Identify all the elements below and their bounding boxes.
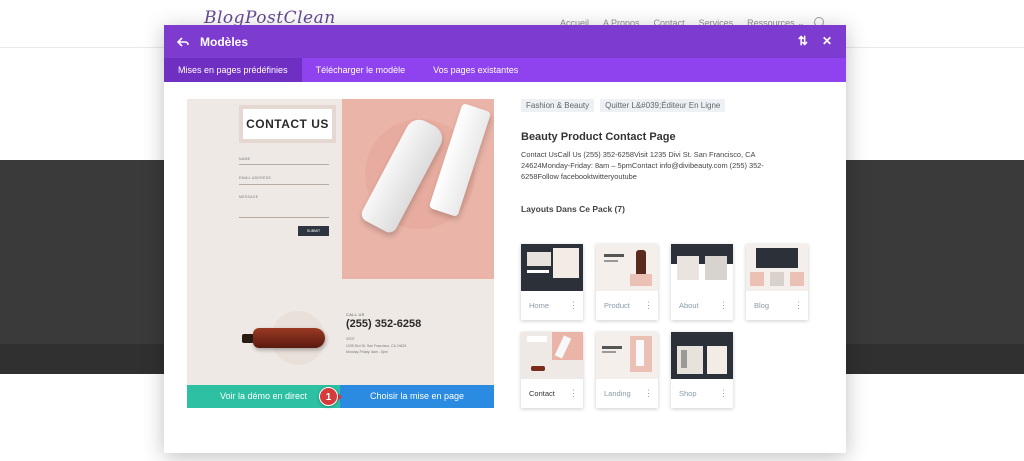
preview-title-box: CONTACT US (239, 105, 336, 143)
more-options-icon[interactable]: ⋮ (569, 301, 578, 310)
pack-title: Layouts Dans Ce Pack (7) (521, 204, 625, 214)
layout-description: Contact UsCall Us (255) 352-6258Visit 12… (521, 150, 764, 181)
thumb-label: Home (529, 301, 550, 310)
tag-exit-editor[interactable]: Quitter L&#039;Éditeur En Ligne (600, 99, 726, 112)
more-options-icon[interactable]: ⋮ (569, 389, 578, 398)
preview-heading: CONTACT US (246, 117, 329, 131)
modal-title: Modèles (200, 34, 249, 49)
layout-preview-image: CONTACT US NAME EMAIL ADDRESS MESSAGE SU… (187, 99, 494, 408)
preview-field-email-label: EMAIL ADDRESS (239, 176, 271, 180)
thumb-label: About (679, 301, 699, 310)
preview-field-line (239, 217, 329, 218)
preview-field-line (239, 164, 329, 165)
layout-name: Beauty Product Contact Page (521, 131, 676, 143)
more-options-icon[interactable]: ⋮ (644, 301, 653, 310)
preview-field-line (239, 184, 329, 185)
thumb-image-landing (596, 332, 658, 379)
thumb-image-shop (671, 332, 733, 379)
thumb-card-about[interactable]: About ⋮ (671, 244, 733, 320)
tab-upload-template[interactable]: Télécharger le modèle (302, 58, 420, 82)
preview-submit-button: SUBMIT (298, 226, 329, 236)
thumb-label: Shop (679, 389, 697, 398)
preview-address: 1235 Divi St. San Francisco, CA 24624 (346, 344, 407, 348)
thumb-label: Contact (529, 389, 555, 398)
preview-visit-label: VISIT (346, 337, 355, 341)
thumb-label: Product (604, 301, 630, 310)
thumb-label: Blog (754, 301, 770, 310)
back-arrow-icon[interactable] (176, 35, 190, 49)
more-options-icon[interactable]: ⋮ (719, 301, 728, 310)
thumb-image-contact (521, 332, 583, 379)
preview-amber-bottle (253, 328, 325, 348)
layout-tags: Fashion & Beauty Quitter L&#039;Éditeur … (521, 99, 726, 112)
thumb-card-contact[interactable]: Contact ⋮ (521, 332, 583, 408)
preview-phone: (255) 352-6258 (346, 318, 422, 330)
thumb-image-product (596, 244, 658, 291)
thumb-label: Landing (604, 389, 631, 398)
preview-field-message-label: MESSAGE (239, 195, 259, 199)
thumb-card-landing[interactable]: Landing ⋮ (596, 332, 658, 408)
thumb-card-blog[interactable]: Blog ⋮ (746, 244, 808, 320)
more-options-icon[interactable]: ⋮ (719, 389, 728, 398)
choose-layout-button[interactable]: Choisir la mise en page (340, 385, 494, 408)
more-options-icon[interactable]: ⋮ (794, 301, 803, 310)
more-options-icon[interactable]: ⋮ (644, 389, 653, 398)
preview-call-label: CALL US (346, 312, 365, 317)
thumb-card-shop[interactable]: Shop ⋮ (671, 332, 733, 408)
live-demo-button[interactable]: Voir la démo en direct (187, 385, 340, 408)
templates-modal: Modèles ⇅ ✕ Mises en pages prédéfinies T… (164, 25, 846, 453)
thumb-image-about (671, 244, 733, 291)
thumb-image-blog (746, 244, 808, 291)
tag-category[interactable]: Fashion & Beauty (521, 99, 595, 112)
close-icon[interactable]: ✕ (822, 34, 832, 48)
thumb-image-home (521, 244, 583, 291)
step-badge: 1 (319, 387, 338, 406)
thumb-card-home[interactable]: Home ⋮ (521, 244, 583, 320)
tab-predefined-layouts[interactable]: Mises en pages prédéfinies (164, 58, 302, 82)
modal-tabs: Mises en pages prédéfinies Télécharger l… (164, 58, 846, 82)
preview-hours: Monday-Friday: 8am - 5pm (346, 350, 389, 354)
sort-icon[interactable]: ⇅ (798, 34, 808, 48)
tab-existing-pages[interactable]: Vos pages existantes (419, 58, 532, 82)
thumb-card-product[interactable]: Product ⋮ (596, 244, 658, 320)
preview-field-name-label: NAME (239, 157, 251, 161)
modal-header: Modèles ⇅ ✕ (164, 25, 846, 58)
